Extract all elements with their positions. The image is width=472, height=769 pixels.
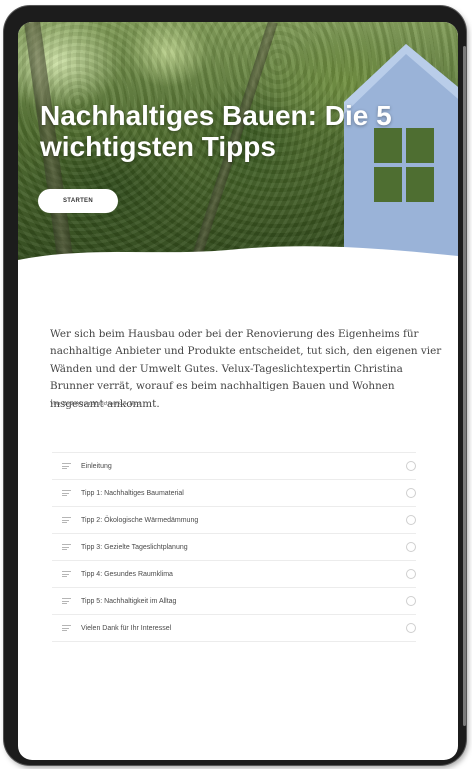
page-title: Nachhaltiges Bauen: Die 5 wichtigsten Ti… [40, 100, 392, 162]
tablet-device-frame: Nachhaltiges Bauen: Die 5 wichtigsten Ti… [4, 6, 466, 765]
toc-item-label: Tipp 2: Ökologische Wärmedämmung [81, 516, 199, 524]
toc-item-tipp-2[interactable]: Tipp 2: Ökologische Wärmedämmung [52, 507, 416, 534]
toc-item-label: Vielen Dank für Ihr Interessel [81, 624, 172, 632]
circle-status-icon [406, 623, 416, 633]
circle-status-icon [406, 515, 416, 525]
start-button[interactable]: STARTEN [38, 189, 118, 213]
toc-item-label: Tipp 4: Gesundes Raumklima [81, 570, 173, 578]
toc-item-label: Tipp 5: Nachhaltigkeit im Alltag [81, 597, 177, 605]
tablet-screen: Nachhaltiges Bauen: Die 5 wichtigsten Ti… [18, 22, 458, 760]
intro-paragraph: Wer sich beim Hausbau oder bei der Renov… [50, 328, 442, 410]
toc-item-tipp-3[interactable]: Tipp 3: Gezielte Tageslichtplanung [52, 534, 416, 561]
toc-item-label: Tipp 3: Gezielte Tageslichtplanung [81, 543, 188, 551]
author-byline: Von Redaktion Handwerk + Bau [50, 401, 141, 407]
lines-icon [62, 597, 71, 606]
hero-banner: Nachhaltiges Bauen: Die 5 wichtigsten Ti… [18, 22, 458, 274]
lines-icon [62, 489, 71, 498]
lines-icon [62, 570, 71, 579]
circle-status-icon [406, 461, 416, 471]
circle-status-icon [406, 569, 416, 579]
toc-item-label: Einleitung [81, 462, 112, 470]
toc-item-label: Tipp 1: Nachhaltiges Baumaterial [81, 489, 184, 497]
toc-item-einleitung[interactable]: Einleitung [52, 453, 416, 480]
toc-item-danke[interactable]: Vielen Dank für Ihr Interessel [52, 615, 416, 642]
lines-icon [62, 543, 71, 552]
lines-icon [62, 624, 71, 633]
lines-icon [62, 462, 71, 471]
circle-status-icon [406, 596, 416, 606]
circle-status-icon [406, 542, 416, 552]
toc-item-tipp-1[interactable]: Tipp 1: Nachhaltiges Baumaterial [52, 480, 416, 507]
device-side-edge [463, 46, 466, 726]
lines-icon [62, 516, 71, 525]
toc-item-tipp-4[interactable]: Tipp 4: Gesundes Raumklima [52, 561, 416, 588]
toc-item-tipp-5[interactable]: Tipp 5: Nachhaltigkeit im Alltag [52, 588, 416, 615]
hero-wave-divider [18, 246, 458, 274]
table-of-contents: Einleitung Tipp 1: Nachhaltiges Baumater… [52, 452, 416, 642]
circle-status-icon [406, 488, 416, 498]
